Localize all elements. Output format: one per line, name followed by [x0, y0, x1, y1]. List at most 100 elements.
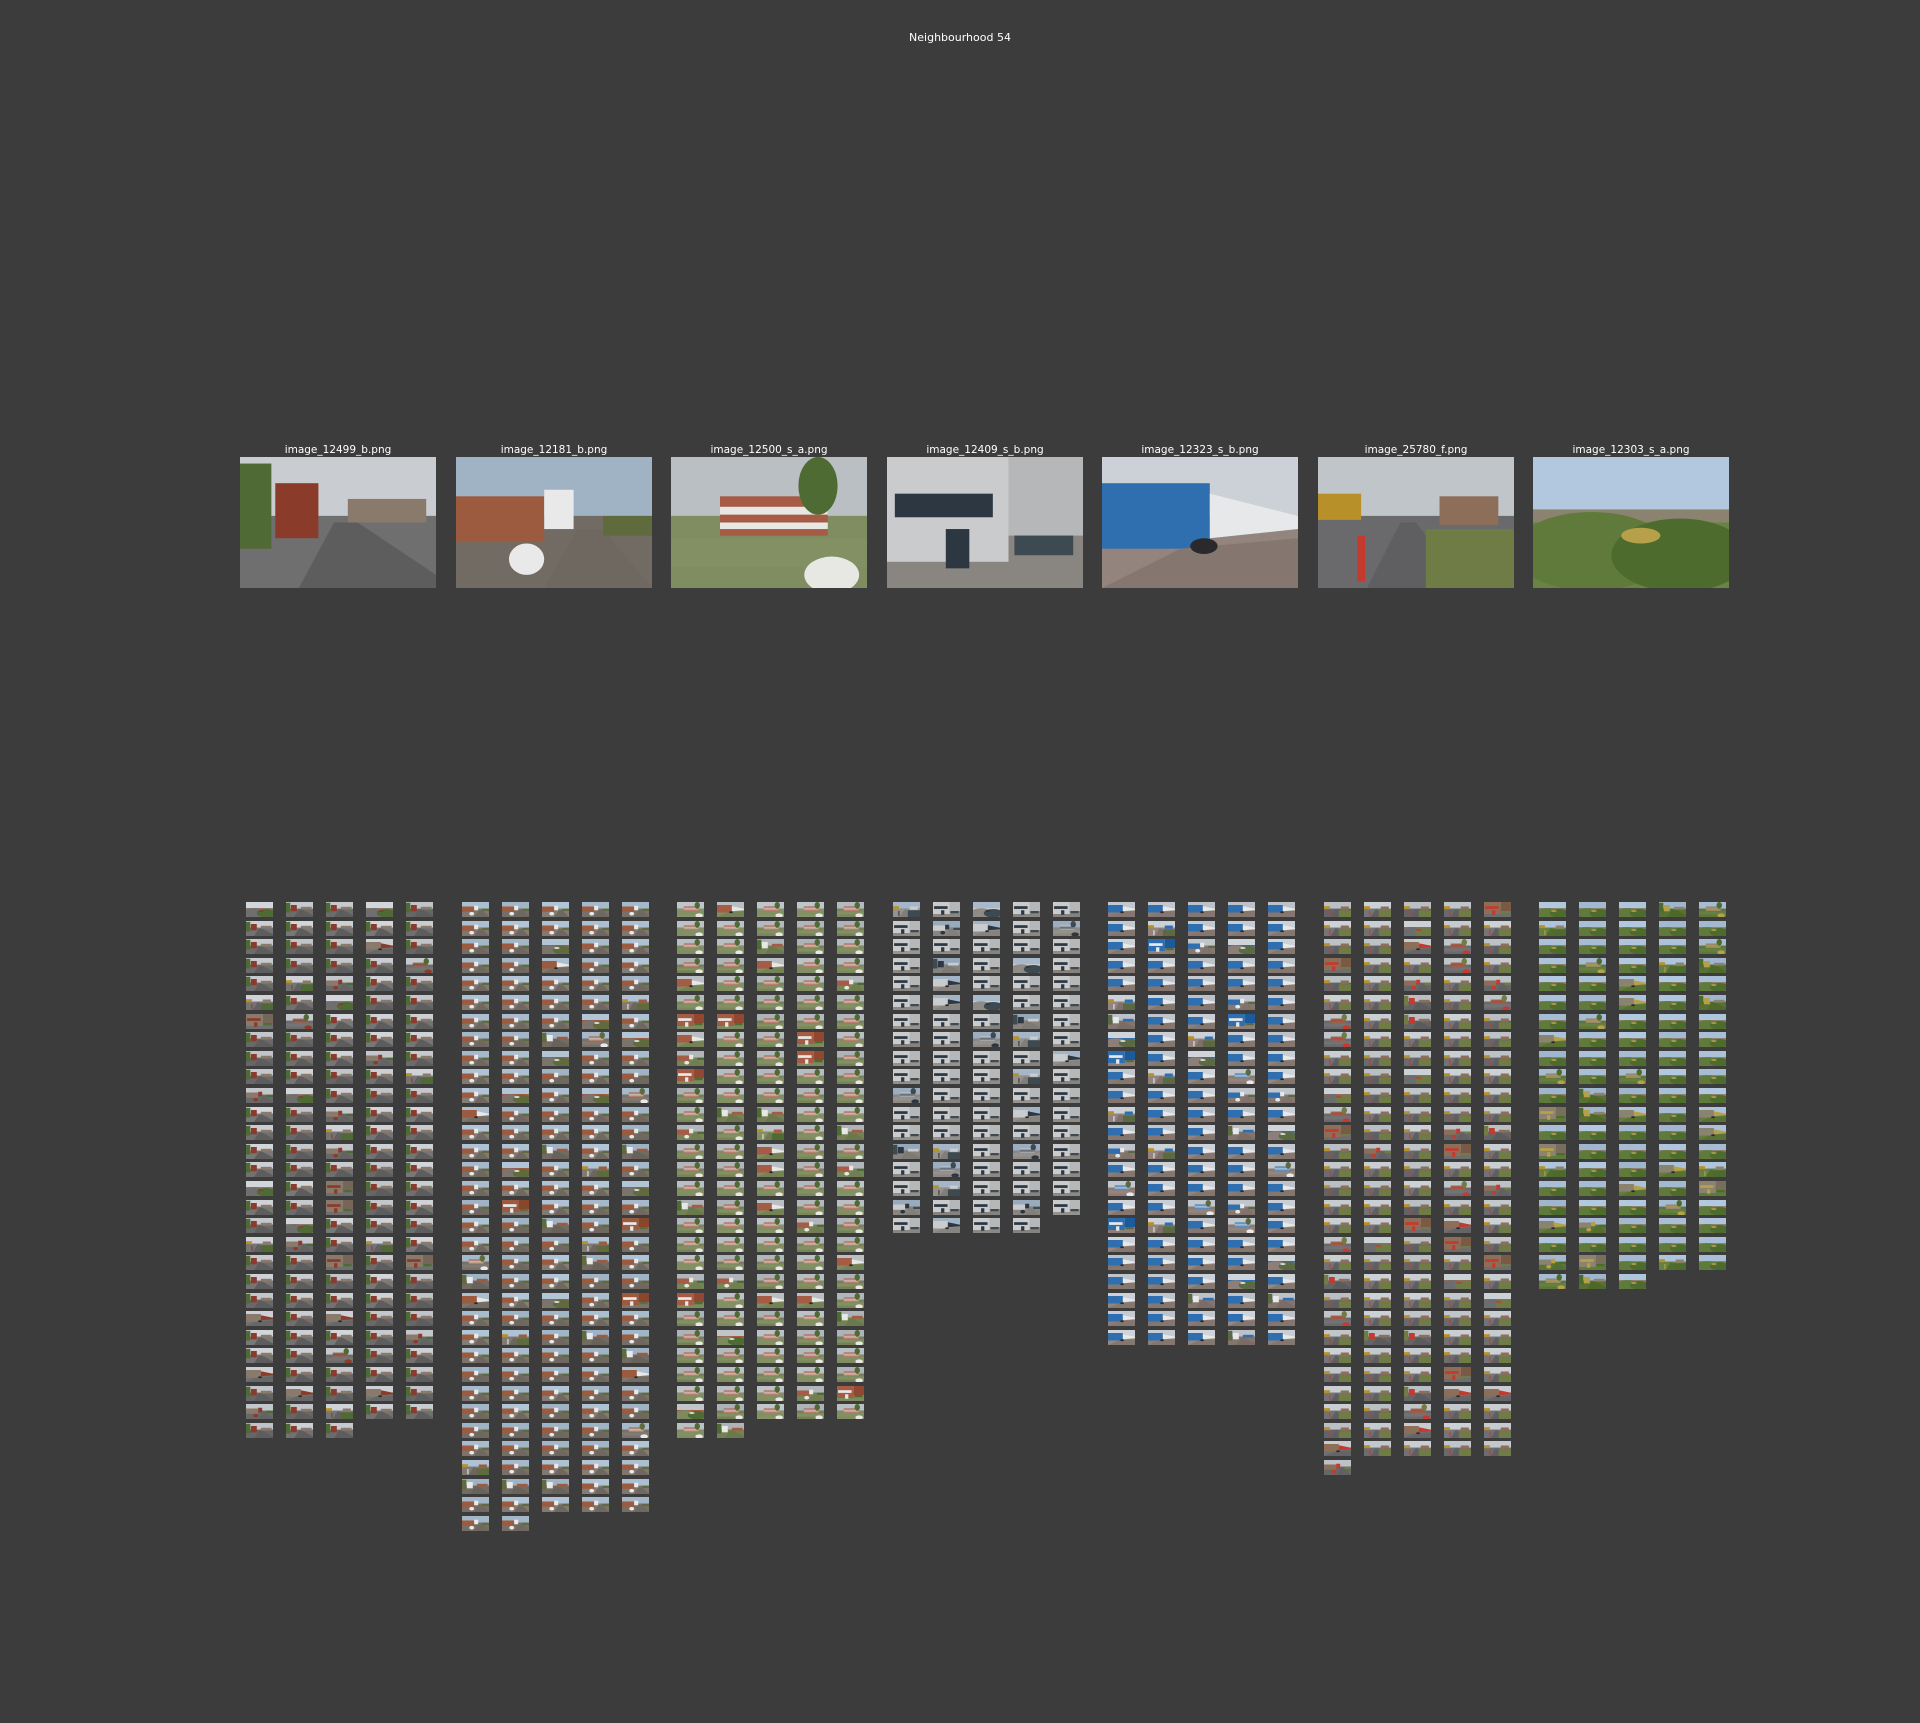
- thumbnail-image: [933, 976, 960, 991]
- thumbnail-image: [406, 1274, 433, 1289]
- thumbnail-image: [893, 1181, 920, 1196]
- thumbnail-image: [246, 1107, 273, 1122]
- thumbnail-image: [717, 939, 744, 954]
- thumbnail-image: [1404, 1181, 1431, 1196]
- thumbnail-image: [326, 1293, 353, 1308]
- thumbnail-image: [1228, 1144, 1255, 1159]
- thumbnail-image: [286, 1367, 313, 1382]
- thumbnail-image: [622, 1032, 649, 1047]
- thumbnail-image: [1539, 1051, 1566, 1066]
- thumbnail-image: [622, 1218, 649, 1233]
- thumbnail-image: [1699, 1237, 1726, 1252]
- thumbnail-image: [366, 1069, 393, 1084]
- thumbnail-image: [1484, 1051, 1511, 1066]
- thumbnail-image: [1324, 1404, 1351, 1419]
- thumbnail-image: [1228, 958, 1255, 973]
- thumbnail-image: [1484, 1255, 1511, 1270]
- thumbnail-image: [1053, 976, 1080, 991]
- thumbnail-image: [582, 1162, 609, 1177]
- thumbnail-image: [893, 958, 920, 973]
- thumbnail-image: [973, 1107, 1000, 1122]
- thumbnail-image: [757, 958, 784, 973]
- thumbnail-image: [1324, 1107, 1351, 1122]
- thumbnail-image: [1484, 1348, 1511, 1363]
- thumbnail-image: [1324, 1460, 1351, 1475]
- thumbnail-image: [1148, 921, 1175, 936]
- thumbnail-image: [462, 1404, 489, 1419]
- thumbnail-image: [797, 958, 824, 973]
- thumbnail-image: [462, 1088, 489, 1103]
- thumbnail-image: [893, 1218, 920, 1233]
- thumbnail-image: [1188, 939, 1215, 954]
- thumbnail-image: [1659, 1088, 1686, 1103]
- thumbnail-image: [1013, 1125, 1040, 1140]
- thumbnail-image: [677, 976, 704, 991]
- thumbnail-image: [406, 1311, 433, 1326]
- thumbnail-image: [1444, 1348, 1471, 1363]
- thumbnail-image: [582, 1032, 609, 1047]
- thumbnail-image: [1619, 1255, 1646, 1270]
- thumbnail-image: [1228, 1125, 1255, 1140]
- thumbnail-image: [1404, 902, 1431, 917]
- thumbnail-image: [677, 1069, 704, 1084]
- thumbnail-image: [1228, 1107, 1255, 1122]
- thumbnail-image: [462, 1014, 489, 1029]
- thumbnail-image: [462, 1237, 489, 1252]
- thumbnail-image: [1364, 1367, 1391, 1382]
- thumbnail-image: [406, 1051, 433, 1066]
- thumbnail-image: [797, 1237, 824, 1252]
- thumbnail-image: [1268, 1125, 1295, 1140]
- thumbnail-image: [502, 1479, 529, 1494]
- thumbnail-image: [1579, 902, 1606, 917]
- thumbnail-image: [1108, 939, 1135, 954]
- thumbnail-image: [286, 1348, 313, 1363]
- thumbnail-image: [837, 1237, 864, 1252]
- thumbnail-image: [286, 1144, 313, 1159]
- thumbnail-image: [837, 939, 864, 954]
- thumbnail-image: [1659, 1014, 1686, 1029]
- thumbnail-image: [933, 1069, 960, 1084]
- thumbnail-image: [622, 1479, 649, 1494]
- thumbnail-image: [1324, 1200, 1351, 1215]
- thumbnail-image: [622, 1181, 649, 1196]
- thumbnail-image: [502, 1293, 529, 1308]
- thumbnail-image: [366, 1330, 393, 1345]
- thumbnail-image: [406, 1125, 433, 1140]
- thumbnail-image: [1148, 1162, 1175, 1177]
- thumbnail-image: [406, 1348, 433, 1363]
- thumbnail-image: [502, 1460, 529, 1475]
- thumbnail-image: [286, 1125, 313, 1140]
- thumbnail-image: [797, 976, 824, 991]
- thumbnail-image: [717, 1423, 744, 1438]
- thumbnail-image: [1188, 995, 1215, 1010]
- thumbnail-image: [1404, 1014, 1431, 1029]
- thumbnail-image: [622, 1497, 649, 1512]
- thumbnail-image: [366, 1014, 393, 1029]
- thumbnail-image: [933, 995, 960, 1010]
- thumbnail-image: [326, 1386, 353, 1401]
- thumbnail-image: [797, 921, 824, 936]
- thumbnail-image: [1268, 1237, 1295, 1252]
- thumbnail-image: [677, 1014, 704, 1029]
- thumbnail-image: [1444, 1311, 1471, 1326]
- thumbnail-image: [677, 1311, 704, 1326]
- thumbnail-image: [406, 1088, 433, 1103]
- thumbnail-image: [757, 1200, 784, 1215]
- thumbnail-image: [246, 1274, 273, 1289]
- thumbnail-image: [1484, 1367, 1511, 1382]
- thumbnail-image: [837, 1144, 864, 1159]
- thumbnail-image: [797, 1330, 824, 1345]
- thumbnail-image: [1188, 1107, 1215, 1122]
- thumbnail-image: [1579, 1125, 1606, 1140]
- thumbnail-image: [1053, 902, 1080, 917]
- thumbnail-image: [542, 1125, 569, 1140]
- thumbnail-image: [1268, 902, 1295, 917]
- thumbnail-image: [1444, 1014, 1471, 1029]
- thumbnail-image: [1268, 1162, 1295, 1177]
- thumbnail-image: [1364, 1386, 1391, 1401]
- thumbnail-image: [326, 1014, 353, 1029]
- thumbnail-image: [542, 1274, 569, 1289]
- thumbnail-image: [326, 976, 353, 991]
- thumbnail-image: [1188, 1069, 1215, 1084]
- thumbnail-image: [1539, 1032, 1566, 1047]
